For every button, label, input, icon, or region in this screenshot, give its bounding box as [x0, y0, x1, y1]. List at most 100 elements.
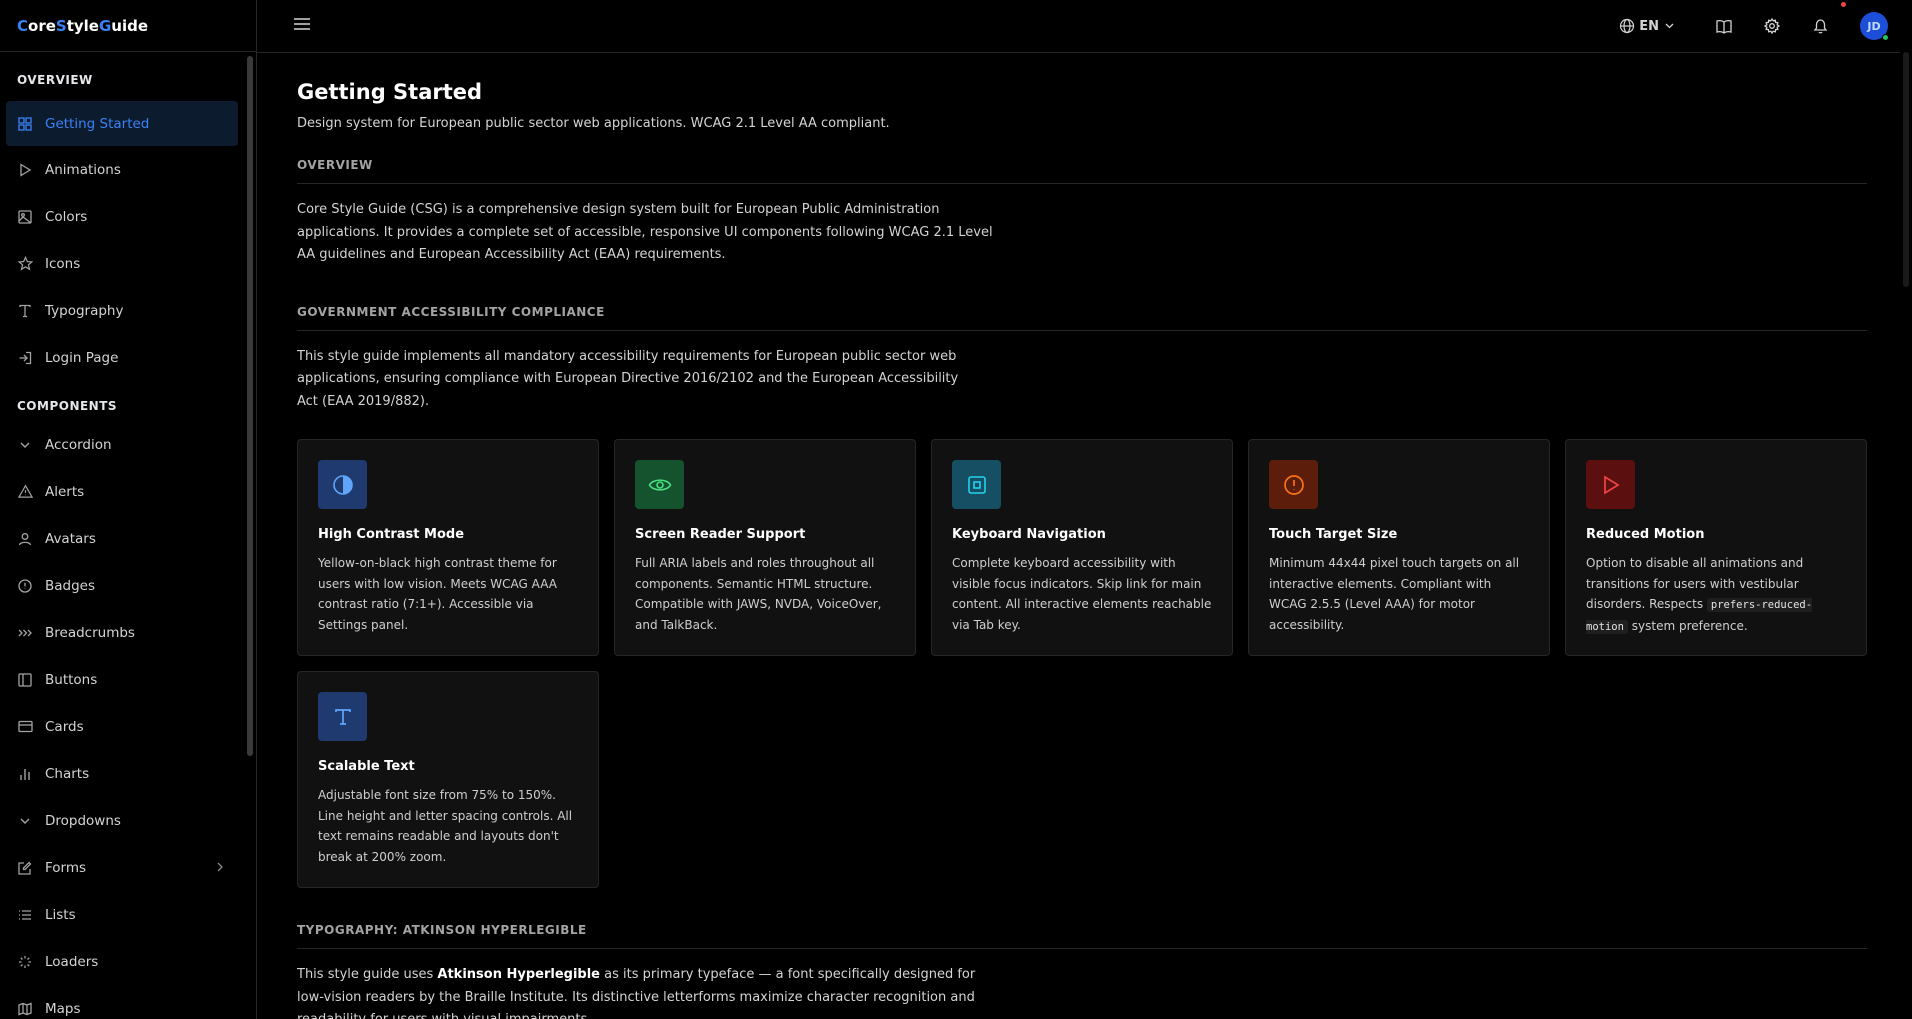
sidebar-item-accordion[interactable]: Accordion — [0, 421, 244, 468]
compliance-paragraph: This style guide implements all mandator… — [297, 348, 959, 409]
sidebar-item-label: Cards — [45, 718, 84, 735]
sidebar-item-label: Alerts — [45, 483, 85, 500]
bar-chart-icon — [17, 766, 33, 782]
sidebar-item-colors[interactable]: Colors — [0, 193, 244, 240]
sidebar-item-label: Dropdowns — [45, 812, 121, 829]
brand-letter: G — [98, 16, 112, 35]
sidebar-item-label: Animations — [45, 161, 121, 178]
language-selector[interactable]: EN — [1619, 18, 1678, 34]
brand-letter: S — [55, 16, 67, 35]
type-icon — [17, 303, 33, 319]
sidebar-item-cards[interactable]: Cards — [0, 703, 244, 750]
card-description: Adjustable font size from 75% to 150%. L… — [318, 788, 573, 865]
section-title-components: COMPONENTS — [17, 399, 118, 413]
list-icon — [17, 907, 33, 923]
chevron-down-icon — [17, 813, 33, 829]
loader-icon — [17, 954, 33, 970]
sidebar-item-label: Colors — [45, 208, 88, 225]
sidebar-scrollbar[interactable] — [247, 56, 253, 756]
map-icon — [17, 1001, 33, 1017]
sidebar-item-label: Breadcrumbs — [45, 624, 135, 641]
sidebar-item-label: Lists — [45, 906, 76, 923]
sidebar-item-label: Avatars — [45, 530, 96, 547]
sidebar-item-breadcrumbs[interactable]: Breadcrumbs — [0, 609, 244, 656]
sidebar-item-avatars[interactable]: Avatars — [0, 515, 244, 562]
language-code: EN — [1639, 18, 1659, 34]
page-scrollbar-thumb[interactable] — [1903, 52, 1909, 287]
book-icon[interactable] — [1714, 16, 1734, 36]
image-icon — [17, 209, 33, 225]
sidebar-item-maps[interactable]: Maps — [0, 985, 244, 1019]
section-heading-overview: OVERVIEW — [297, 158, 1867, 184]
sidebar: Core Style Guide OVERVIEW Getting Starte… — [0, 0, 257, 1019]
avatar[interactable]: JD — [1860, 12, 1889, 41]
sidebar-item-label: Forms — [45, 859, 87, 876]
sidebar-item-alerts[interactable]: Alerts — [0, 468, 244, 515]
card-title: Keyboard Navigation — [952, 527, 1106, 542]
sidebar-item-icons[interactable]: Icons — [0, 240, 244, 287]
online-status-indicator — [1882, 34, 1889, 41]
main-content: Getting Started Design system for Europe… — [297, 53, 1867, 1019]
eye-icon — [635, 460, 684, 509]
chevron-right-icon[interactable] — [216, 861, 224, 875]
user-icon — [17, 531, 33, 547]
page-title: Getting Started — [297, 80, 483, 104]
sidebar-item-forms[interactable]: Forms — [0, 844, 244, 891]
sidebar-item-dropdowns[interactable]: Dropdowns — [0, 797, 244, 844]
card-title: Touch Target Size — [1269, 527, 1398, 542]
card-description: Full ARIA labels and roles throughout al… — [635, 556, 882, 633]
sidebar-item-getting-started[interactable]: Getting Started — [6, 101, 238, 146]
contrast-icon — [318, 460, 367, 509]
sidebar-item-label: Accordion — [45, 436, 112, 453]
sidebar-item-label: Getting Started — [45, 115, 150, 132]
alert-circle-icon — [1269, 460, 1318, 509]
sidebar-item-label: Badges — [45, 577, 96, 594]
card-description: Minimum 44x44 pixel touch targets on all… — [1269, 556, 1520, 633]
globe-icon — [1620, 18, 1635, 34]
brand-text: tyle — [66, 16, 99, 35]
sidebar-item-lists[interactable]: Lists — [0, 891, 244, 938]
overview-nav-list: Getting Started Animations Colors Icons … — [0, 101, 244, 381]
feature-card-screen-reader: Screen Reader Support Full ARIA labels a… — [614, 439, 916, 656]
feature-card-reduced-motion: Reduced Motion Option to disable all ani… — [1565, 439, 1867, 656]
section-heading-compliance: GOVERNMENT ACCESSIBILITY COMPLIANCE — [297, 305, 1867, 331]
font-name-bold: Atkinson Hyperlegible — [437, 967, 600, 982]
warning-icon — [17, 484, 33, 500]
card-icon — [17, 719, 33, 735]
panel-icon — [17, 672, 33, 688]
chevron-down-icon — [17, 437, 33, 453]
sidebar-item-label: Loaders — [45, 953, 99, 970]
page-subtitle: Design system for European public sector… — [297, 116, 890, 131]
sidebar-item-badges[interactable]: Badges — [0, 562, 244, 609]
sidebar-item-label: Maps — [45, 1000, 81, 1017]
feature-cards-grid: High Contrast Mode Yellow-on-black high … — [297, 439, 1867, 888]
sidebar-item-typography[interactable]: Typography — [0, 287, 244, 334]
sidebar-item-buttons[interactable]: Buttons — [0, 656, 244, 703]
type-icon — [318, 692, 367, 741]
focus-square-icon — [952, 460, 1001, 509]
sidebar-item-animations[interactable]: Animations — [0, 146, 244, 193]
card-description-text: system preference. — [1627, 619, 1748, 634]
brand-text: ore — [28, 16, 56, 35]
gear-icon[interactable] — [1762, 16, 1782, 36]
feature-card-scalable-text: Scalable Text Adjustable font size from … — [297, 671, 599, 888]
brand-logo[interactable]: Core Style Guide — [0, 0, 256, 52]
menu-icon[interactable] — [293, 15, 315, 37]
header-actions: EN JD — [1619, 0, 1889, 52]
card-description: Complete keyboard accessibility with vis… — [952, 556, 1212, 633]
login-icon — [17, 350, 33, 366]
feature-card-high-contrast: High Contrast Mode Yellow-on-black high … — [297, 439, 599, 656]
sidebar-item-loaders[interactable]: Loaders — [0, 938, 244, 985]
star-icon — [17, 256, 33, 272]
notification-dot — [1841, 2, 1846, 7]
sidebar-item-login-page[interactable]: Login Page — [0, 334, 244, 381]
card-description: Yellow-on-black high contrast theme for … — [318, 556, 557, 633]
page-scrollbar[interactable] — [1900, 0, 1912, 1019]
paragraph-text: This style guide uses — [297, 967, 438, 982]
card-title: Scalable Text — [318, 759, 415, 774]
overview-paragraph: Core Style Guide (CSG) is a comprehensiv… — [297, 202, 993, 262]
sidebar-item-label: Icons — [45, 255, 81, 272]
sidebar-item-charts[interactable]: Charts — [0, 750, 244, 797]
card-description: Option to disable all animations and tra… — [1586, 553, 1846, 638]
bell-icon[interactable] — [1810, 2, 1846, 36]
